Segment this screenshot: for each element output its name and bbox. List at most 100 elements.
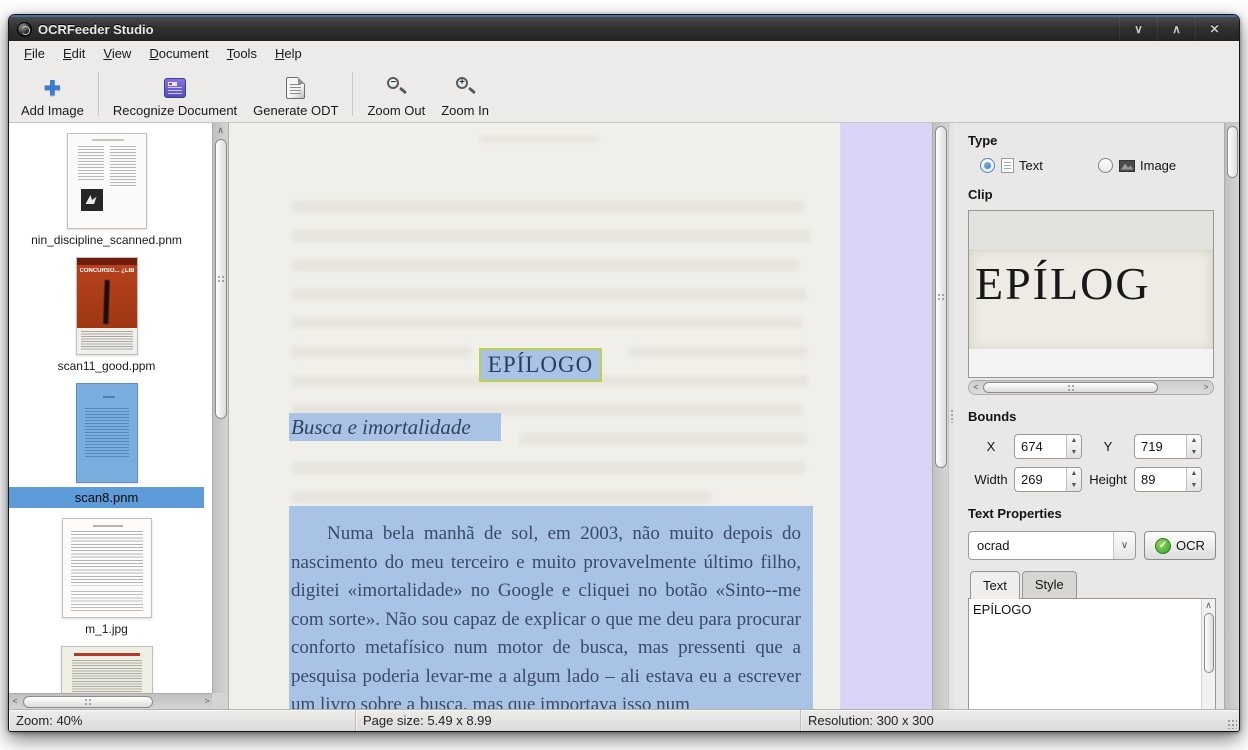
sidebar-horizontal-scrollbar[interactable]: < > xyxy=(9,693,213,709)
scrollbar-thumb[interactable] xyxy=(215,139,227,419)
ghost-text xyxy=(291,230,811,242)
add-image-plus-icon: ✚ xyxy=(44,76,61,101)
minimize-button[interactable]: ∨ xyxy=(1119,17,1157,41)
zoom-out-icon: − xyxy=(384,76,408,100)
bounds-width-spinner[interactable]: 269 ▲▼ xyxy=(1014,467,1082,492)
text-vertical-scrollbar[interactable]: ∧ ∨ xyxy=(1201,599,1215,709)
clip-image: EPÍLOG xyxy=(969,249,1213,351)
ocr-check-icon: ✓ xyxy=(1155,538,1171,554)
image-type-icon xyxy=(1119,160,1135,172)
chevron-down-icon: ∨ xyxy=(1113,532,1135,559)
clip-preview: EPÍLOG xyxy=(968,210,1214,378)
menu-tools[interactable]: Tools xyxy=(218,43,266,64)
window-controls: ∨ ∧ ✕ xyxy=(1119,17,1233,41)
text-type-icon xyxy=(1001,158,1014,173)
app-logo-icon xyxy=(17,22,32,37)
sidebar-vertical-scrollbar[interactable]: ∧ xyxy=(212,123,228,693)
ghost-text xyxy=(291,201,805,213)
type-text-option[interactable]: Text xyxy=(980,158,1098,173)
text-region-subheading[interactable]: Busca e imortalidade xyxy=(289,413,501,441)
window-title: OCRFeeder Studio xyxy=(38,22,154,37)
selected-text-region-epilogo[interactable]: EPÍLOGO xyxy=(479,348,602,382)
ghost-text xyxy=(629,346,807,358)
spinner-buttons[interactable]: ▲▼ xyxy=(1066,435,1081,458)
window-resize-grip[interactable] xyxy=(1227,719,1237,729)
bounds-width-label: Width xyxy=(968,472,1014,487)
menu-view[interactable]: View xyxy=(94,43,140,64)
bounds-y-label: Y xyxy=(1082,439,1134,454)
radio-selected-icon[interactable] xyxy=(980,158,995,173)
page-thumbnail[interactable] xyxy=(67,133,147,229)
panel-vertical-scrollbar[interactable] xyxy=(1224,123,1239,709)
bounds-x-spinner[interactable]: 674 ▲▼ xyxy=(1014,434,1082,459)
toolbar: ✚ Add Image Recognize Document Generate … xyxy=(9,65,1239,123)
page-thumbnail[interactable]: CONCURSO... ¿LIBRE? xyxy=(76,257,138,355)
maximize-button[interactable]: ∧ xyxy=(1157,17,1195,41)
canvas-vertical-scrollbar[interactable] xyxy=(932,123,948,709)
clip-horizontal-scrollbar[interactable]: < > xyxy=(968,380,1214,395)
status-bar: Zoom: 40% Page size: 5.49 x 8.99 Resolut… xyxy=(9,709,1239,731)
bounds-y-spinner[interactable]: 719 ▲▼ xyxy=(1134,434,1202,459)
scrollbar-thumb[interactable] xyxy=(1204,613,1214,673)
page-item-m1[interactable]: m_1.jpg xyxy=(9,518,204,636)
radio-unselected-icon[interactable] xyxy=(1098,158,1113,173)
spinner-buttons[interactable]: ▲▼ xyxy=(1066,468,1081,491)
ghost-text xyxy=(291,317,802,329)
type-section-heading: Type xyxy=(968,133,1216,148)
scrollbar-corner xyxy=(212,693,228,709)
recognize-document-button[interactable]: Recognize Document xyxy=(105,68,245,120)
type-image-option[interactable]: Image xyxy=(1098,158,1216,173)
document-canvas[interactable]: EPÍLOGO Busca e imortalidade Numa bela m… xyxy=(229,123,948,709)
toolbar-separator xyxy=(352,72,353,116)
menu-help[interactable]: Help xyxy=(266,43,311,64)
bounds-height-spinner[interactable]: 89 ▲▼ xyxy=(1134,467,1202,492)
type-radio-group: Text Image xyxy=(980,158,1216,173)
generate-odt-button[interactable]: Generate ODT xyxy=(245,68,346,120)
ghost-text xyxy=(479,135,599,143)
zoom-out-button[interactable]: − Zoom Out xyxy=(359,68,433,120)
content-area: nin_discipline_scanned.pnm CONCURSO... ¿… xyxy=(9,123,1239,709)
ghost-text xyxy=(291,462,806,474)
status-zoom: Zoom: 40% xyxy=(9,710,356,731)
selection-highlight: scan8.pnm xyxy=(9,487,204,508)
scrollbar-thumb[interactable] xyxy=(983,382,1158,393)
text-style-tabs: Text Style xyxy=(968,570,1216,598)
menu-bar: File Edit View Document Tools Help xyxy=(9,41,1239,65)
thumbnail-list: nin_discipline_scanned.pnm CONCURSO... ¿… xyxy=(9,123,204,693)
page-item-nin-discipline[interactable]: nin_discipline_scanned.pnm xyxy=(9,133,204,247)
add-image-button[interactable]: ✚ Add Image xyxy=(13,68,92,120)
close-button[interactable]: ✕ xyxy=(1195,17,1233,41)
scanned-page[interactable]: EPÍLOGO Busca e imortalidade Numa bela m… xyxy=(229,123,841,709)
scrollbar-thumb[interactable] xyxy=(1227,126,1238,178)
menu-document[interactable]: Document xyxy=(140,43,217,64)
title-bar: OCRFeeder Studio ∨ ∧ ✕ xyxy=(9,15,1239,41)
spinner-buttons[interactable]: ▲▼ xyxy=(1186,468,1201,491)
tab-text[interactable]: Text xyxy=(970,571,1020,599)
page-filename: m_1.jpg xyxy=(85,622,128,636)
menu-file[interactable]: File xyxy=(15,43,54,64)
clip-section-heading: Clip xyxy=(968,187,1216,202)
scrollbar-thumb[interactable] xyxy=(23,696,153,708)
page-thumbnail-selected[interactable] xyxy=(76,383,138,483)
recognized-text-input[interactable]: EPÍLOGO xyxy=(969,599,1201,709)
text-region-paragraph[interactable]: Numa bela manhã de sol, em 2003, não mui… xyxy=(289,506,813,709)
page-thumbnail[interactable] xyxy=(62,518,152,618)
bounds-section-heading: Bounds xyxy=(968,409,1216,424)
status-resolution: Resolution: 300 x 300 xyxy=(801,710,1239,731)
spinner-buttons[interactable]: ▲▼ xyxy=(1186,435,1201,458)
zoom-in-button[interactable]: + Zoom In xyxy=(433,68,497,120)
recognized-text-pane: EPÍLOGO ∧ ∨ xyxy=(968,598,1216,709)
page-item-english-renaissance[interactable] xyxy=(9,646,204,693)
scrollbar-thumb[interactable] xyxy=(935,126,947,468)
document-paragraph: Numa bela manhã de sol, em 2003, não mui… xyxy=(291,520,801,709)
menu-edit[interactable]: Edit xyxy=(54,43,94,64)
tab-style[interactable]: Style xyxy=(1022,571,1077,599)
ocr-engine-select[interactable]: ocrad ∨ xyxy=(968,531,1136,560)
page-thumbnail[interactable] xyxy=(61,646,153,693)
document-heading: EPÍLOGO xyxy=(488,352,593,378)
page-item-scan11[interactable]: CONCURSO... ¿LIBRE? scan11_good.ppm xyxy=(9,257,204,373)
ocr-button[interactable]: ✓ OCR xyxy=(1144,531,1216,560)
status-page-size: Page size: 5.49 x 8.99 xyxy=(356,710,801,731)
bounds-grid: X 674 ▲▼ Y 719 ▲▼ Width 269 ▲▼ H xyxy=(968,434,1216,492)
page-item-scan8-selected[interactable]: scan8.pnm xyxy=(9,383,204,508)
